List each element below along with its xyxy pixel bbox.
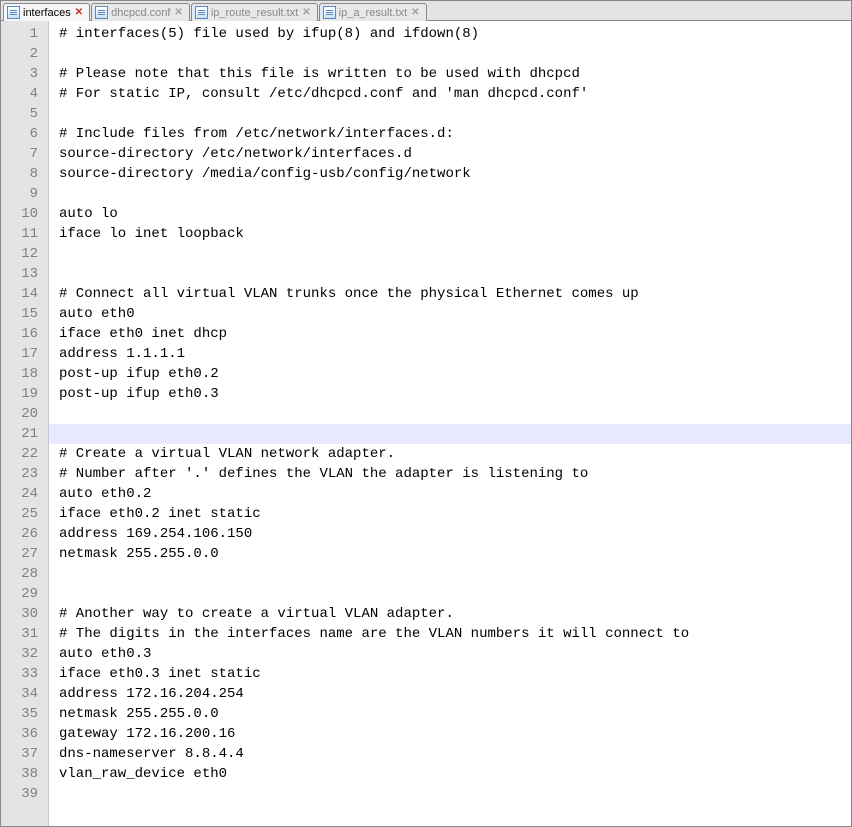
- line-number: 24: [1, 484, 48, 504]
- code-line[interactable]: address 1.1.1.1: [59, 344, 851, 364]
- code-line[interactable]: # interfaces(5) file used by ifup(8) and…: [59, 24, 851, 44]
- code-line[interactable]: [59, 244, 851, 264]
- line-number: 35: [1, 704, 48, 724]
- code-line[interactable]: source-directory /media/config-usb/confi…: [59, 164, 851, 184]
- code-line[interactable]: netmask 255.255.0.0: [59, 704, 851, 724]
- code-line[interactable]: address 169.254.106.150: [59, 524, 851, 544]
- code-area[interactable]: # interfaces(5) file used by ifup(8) and…: [49, 21, 851, 826]
- code-line[interactable]: [59, 404, 851, 424]
- line-number: 13: [1, 264, 48, 284]
- code-line[interactable]: dns-nameserver 8.8.4.4: [59, 744, 851, 764]
- line-number: 4: [1, 84, 48, 104]
- line-number: 21: [1, 424, 48, 444]
- code-line[interactable]: vlan_raw_device eth0: [59, 764, 851, 784]
- line-number: 15: [1, 304, 48, 324]
- code-line[interactable]: [59, 784, 851, 804]
- code-line[interactable]: [59, 264, 851, 284]
- line-number: 11: [1, 224, 48, 244]
- code-line[interactable]: # For static IP, consult /etc/dhcpcd.con…: [59, 84, 851, 104]
- code-line[interactable]: auto eth0.2: [59, 484, 851, 504]
- line-number: 5: [1, 104, 48, 124]
- code-line[interactable]: # Include files from /etc/network/interf…: [59, 124, 851, 144]
- line-number: 39: [1, 784, 48, 804]
- tab-label: dhcpcd.conf: [111, 7, 170, 19]
- line-number: 10: [1, 204, 48, 224]
- line-number: 17: [1, 344, 48, 364]
- line-number: 32: [1, 644, 48, 664]
- line-number: 25: [1, 504, 48, 524]
- editor-area: 1234567891011121314151617181920212223242…: [1, 21, 851, 826]
- line-number: 20: [1, 404, 48, 424]
- code-line[interactable]: source-directory /etc/network/interfaces…: [59, 144, 851, 164]
- line-number: 23: [1, 464, 48, 484]
- code-line[interactable]: # Create a virtual VLAN network adapter.: [59, 444, 851, 464]
- code-line[interactable]: post-up ifup eth0.3: [59, 384, 851, 404]
- close-icon[interactable]: ✕: [410, 8, 420, 18]
- code-line[interactable]: auto eth0: [59, 304, 851, 324]
- close-icon[interactable]: ✕: [173, 8, 183, 18]
- line-number: 6: [1, 124, 48, 144]
- file-icon: [7, 6, 20, 19]
- code-line[interactable]: iface eth0 inet dhcp: [59, 324, 851, 344]
- line-number: 31: [1, 624, 48, 644]
- line-number: 36: [1, 724, 48, 744]
- tab-label: ip_route_result.txt: [211, 7, 298, 19]
- code-line[interactable]: [59, 564, 851, 584]
- tab-ip-route-result-txt[interactable]: ip_route_result.txt✕: [191, 3, 318, 21]
- code-line[interactable]: address 172.16.204.254: [59, 684, 851, 704]
- line-number: 22: [1, 444, 48, 464]
- close-icon[interactable]: ✕: [74, 8, 84, 18]
- code-line[interactable]: [59, 44, 851, 64]
- code-line[interactable]: [59, 184, 851, 204]
- line-number: 38: [1, 764, 48, 784]
- line-number: 33: [1, 664, 48, 684]
- tab-ip-a-result-txt[interactable]: ip_a_result.txt✕: [319, 3, 427, 21]
- line-number: 12: [1, 244, 48, 264]
- code-line[interactable]: [49, 424, 851, 444]
- line-number: 1: [1, 24, 48, 44]
- code-line[interactable]: gateway 172.16.200.16: [59, 724, 851, 744]
- file-icon: [323, 6, 336, 19]
- line-number: 37: [1, 744, 48, 764]
- code-line[interactable]: auto eth0.3: [59, 644, 851, 664]
- line-number: 26: [1, 524, 48, 544]
- code-line[interactable]: # The digits in the interfaces name are …: [59, 624, 851, 644]
- file-icon: [195, 6, 208, 19]
- line-number: 18: [1, 364, 48, 384]
- line-number: 9: [1, 184, 48, 204]
- code-line[interactable]: # Number after '.' defines the VLAN the …: [59, 464, 851, 484]
- code-line[interactable]: netmask 255.255.0.0: [59, 544, 851, 564]
- tab-interfaces[interactable]: interfaces✕: [3, 3, 90, 21]
- close-icon[interactable]: ✕: [301, 8, 311, 18]
- line-number: 2: [1, 44, 48, 64]
- code-line[interactable]: iface lo inet loopback: [59, 224, 851, 244]
- line-number: 34: [1, 684, 48, 704]
- code-line[interactable]: auto lo: [59, 204, 851, 224]
- tab-dhcpcd-conf[interactable]: dhcpcd.conf✕: [91, 3, 190, 21]
- line-number: 28: [1, 564, 48, 584]
- line-number: 29: [1, 584, 48, 604]
- line-number: 14: [1, 284, 48, 304]
- code-line[interactable]: [59, 104, 851, 124]
- line-number: 8: [1, 164, 48, 184]
- code-line[interactable]: [59, 584, 851, 604]
- line-number: 3: [1, 64, 48, 84]
- line-number: 16: [1, 324, 48, 344]
- tab-label: ip_a_result.txt: [339, 7, 407, 19]
- line-number: 19: [1, 384, 48, 404]
- code-line[interactable]: post-up ifup eth0.2: [59, 364, 851, 384]
- tab-label: interfaces: [23, 7, 71, 19]
- file-icon: [95, 6, 108, 19]
- code-line[interactable]: # Another way to create a virtual VLAN a…: [59, 604, 851, 624]
- line-number: 30: [1, 604, 48, 624]
- code-line[interactable]: iface eth0.3 inet static: [59, 664, 851, 684]
- code-line[interactable]: # Connect all virtual VLAN trunks once t…: [59, 284, 851, 304]
- line-number: 7: [1, 144, 48, 164]
- tab-bar: interfaces✕dhcpcd.conf✕ip_route_result.t…: [1, 1, 851, 21]
- code-line[interactable]: # Please note that this file is written …: [59, 64, 851, 84]
- line-number-gutter: 1234567891011121314151617181920212223242…: [1, 21, 49, 826]
- code-line[interactable]: iface eth0.2 inet static: [59, 504, 851, 524]
- line-number: 27: [1, 544, 48, 564]
